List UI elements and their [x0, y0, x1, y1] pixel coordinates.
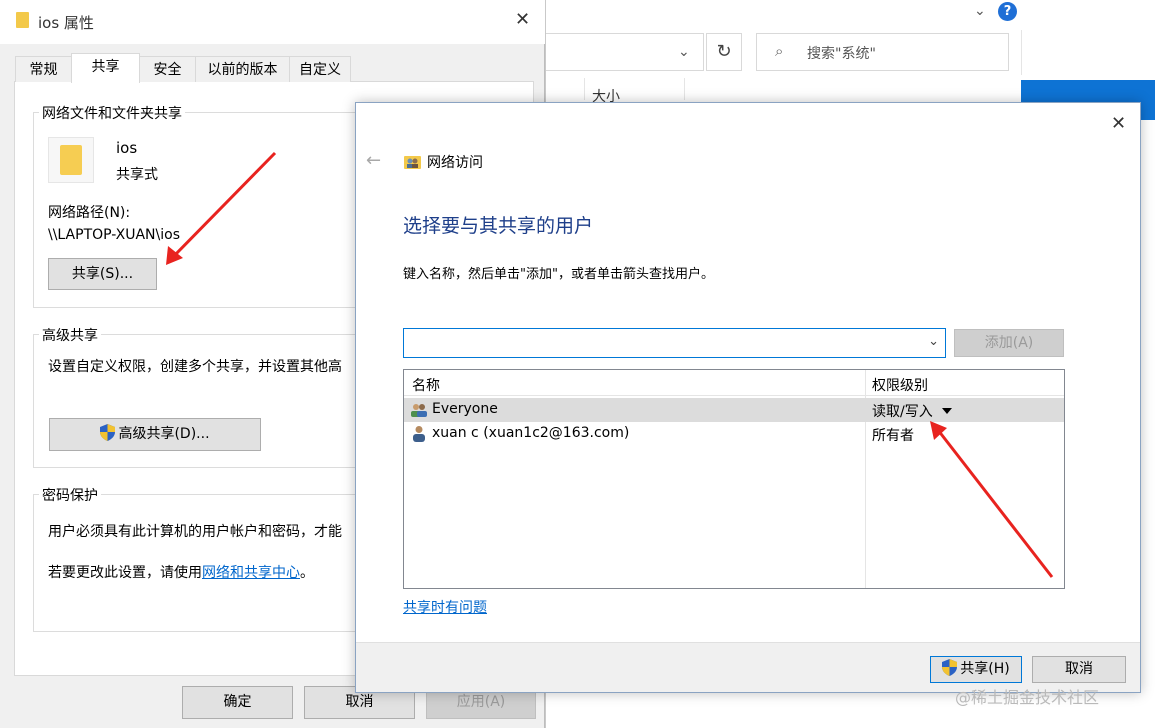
list-header: 名称 权限级别 — [404, 370, 1064, 396]
column-divider — [684, 78, 685, 100]
ok-button[interactable]: 确定 — [182, 686, 293, 719]
group-label: 网络文件和文件夹共享 — [39, 103, 185, 123]
share-button[interactable]: 共享(S)... — [48, 258, 157, 290]
user-permission-list: 名称 权限级别 Everyone 读取/写入 xuan c (xuan1c2@1… — [403, 369, 1065, 589]
share-name: ios — [116, 139, 138, 157]
hint-suffix: 。 — [300, 565, 314, 581]
back-arrow-icon[interactable]: ← — [366, 150, 381, 171]
group-label: 高级共享 — [39, 325, 101, 345]
uac-shield-icon — [942, 659, 958, 676]
network-sharing-center-link[interactable]: 网络和共享中心 — [202, 565, 300, 581]
search-icon: ⌕ — [775, 42, 784, 60]
group-label: 密码保护 — [39, 485, 101, 505]
list-item-everyone[interactable]: Everyone 读取/写入 — [404, 398, 1064, 422]
permission-level-dropdown[interactable]: 读取/写入 — [872, 401, 952, 421]
shared-folder-icon — [48, 137, 94, 183]
advanced-sharing-button-label: 高级共享(D)... — [118, 426, 210, 442]
hint-prefix: 若要更改此设置，请使用 — [48, 565, 202, 581]
network-path-value: \\LAPTOP-XUAN\ios — [48, 227, 180, 243]
search-input[interactable]: 搜索"系统" — [807, 43, 876, 63]
user-group-icon — [411, 404, 427, 417]
properties-titlebar: ios 属性 ✕ — [0, 0, 545, 44]
user-icon — [413, 426, 425, 442]
sharing-help-link[interactable]: 共享时有问题 — [403, 597, 487, 617]
column-header-permission[interactable]: 权限级别 — [872, 375, 928, 395]
cancel-button[interactable]: 取消 — [1032, 656, 1126, 683]
network-path-label: 网络路径(N): — [48, 205, 131, 221]
search-box[interactable]: ⌕ 搜索"系统" — [756, 33, 1009, 71]
tab-general[interactable]: 常规 — [15, 56, 72, 82]
advanced-sharing-button[interactable]: 高级共享(D)... — [49, 418, 261, 451]
user-name: Everyone — [432, 401, 498, 417]
window-title: ios 属性 — [38, 14, 94, 32]
dialog-title: 网络访问 — [427, 155, 483, 171]
password-change-hint: 若要更改此设置，请使用网络和共享中心。 — [48, 562, 314, 582]
explorer-right-pane — [1021, 30, 1155, 75]
permission-level: 读取/写入 — [872, 404, 933, 420]
close-icon[interactable]: ✕ — [1111, 113, 1126, 134]
dropdown-arrow-icon[interactable] — [941, 408, 952, 414]
dialog-heading: 选择要与其共享的用户 — [403, 215, 594, 237]
refresh-button[interactable]: ↻ — [706, 33, 742, 71]
tab-customize[interactable]: 自定义 — [289, 56, 351, 82]
network-access-dialog: ✕ ← 网络访问 选择要与其共享的用户 键入名称，然后单击"添加"，或者单击箭头… — [355, 102, 1141, 693]
folder-icon — [16, 12, 29, 28]
tab-previous-versions[interactable]: 以前的版本 — [195, 56, 290, 82]
network-users-icon — [404, 156, 421, 169]
watermark: @稀土掘金技术社区 — [955, 688, 1100, 707]
help-icon[interactable]: ? — [998, 2, 1017, 21]
share-confirm-button-label: 共享(H) — [960, 661, 1010, 677]
user-name: xuan c (xuan1c2@163.com) — [432, 425, 630, 441]
address-history-chevron-icon[interactable]: ⌄ — [678, 44, 690, 60]
tab-security[interactable]: 安全 — [139, 56, 196, 82]
share-confirm-button[interactable]: 共享(H) — [930, 656, 1022, 683]
add-button[interactable]: 添加(A) — [954, 329, 1064, 357]
dialog-instruction: 键入名称，然后单击"添加"，或者单击箭头查找用户。 — [403, 267, 714, 282]
share-state: 共享式 — [116, 167, 158, 183]
permission-level: 所有者 — [872, 428, 914, 444]
column-divider — [584, 78, 585, 100]
chevron-down-icon[interactable]: ⌄ — [974, 3, 986, 19]
chevron-down-icon[interactable]: ⌄ — [928, 334, 939, 349]
user-name-combobox[interactable]: ⌄ — [403, 328, 946, 358]
advanced-sharing-description: 设置自定义权限，创建多个共享，并设置其他高 — [48, 359, 342, 375]
explorer-titlebar: ⌄ ? — [546, 0, 1155, 26]
tab-sharing[interactable]: 共享 — [71, 53, 140, 83]
list-item-owner[interactable]: xuan c (xuan1c2@163.com) 所有者 — [404, 422, 1064, 446]
password-description: 用户必须具有此计算机的用户帐户和密码，才能 — [48, 524, 342, 540]
uac-shield-icon — [100, 424, 116, 441]
column-header-name[interactable]: 名称 — [412, 375, 440, 395]
close-icon[interactable]: ✕ — [515, 9, 530, 30]
